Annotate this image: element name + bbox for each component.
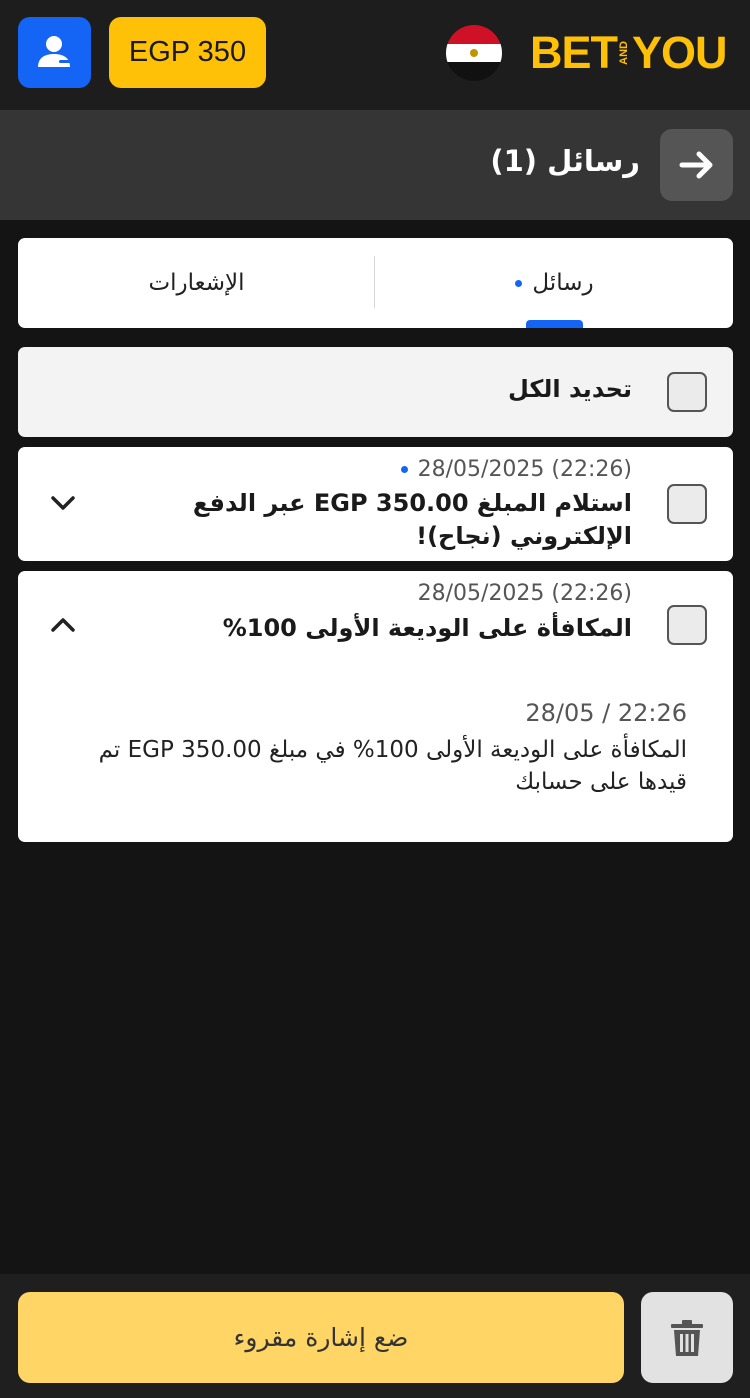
trash-icon xyxy=(671,1319,703,1356)
logo-you: YOU xyxy=(632,27,728,78)
message-subject: استلام المبلغ EGP 350.00 عبر الدفع الإلك… xyxy=(192,489,632,550)
message-tabs: الإشعارات رسائل xyxy=(18,238,733,328)
back-button[interactable] xyxy=(660,129,733,201)
active-tab-indicator xyxy=(526,320,583,328)
delete-button[interactable] xyxy=(641,1292,733,1383)
tab-notifications-label: الإشعارات xyxy=(148,270,245,296)
tab-messages[interactable]: رسائل xyxy=(376,238,733,328)
chevron-down-icon xyxy=(51,496,75,510)
balance-button[interactable]: EGP 350 xyxy=(109,17,266,88)
message-body-time: 28/05 / 22:26 xyxy=(525,699,687,727)
message-date: 28/05/2025 (22:26) xyxy=(418,581,632,606)
message-date-text: 28/05/2025 (22:26) xyxy=(417,581,632,606)
brand-logo[interactable]: BET AND YOU xyxy=(530,27,728,79)
tab-divider xyxy=(374,256,375,308)
select-all-checkbox[interactable] xyxy=(667,372,707,412)
page-title: رسائل (1) xyxy=(490,144,640,178)
tab-messages-label: رسائل xyxy=(532,270,594,296)
select-all-label: تحديد الكل xyxy=(507,375,632,403)
expand-button[interactable] xyxy=(48,488,78,518)
bottom-action-bar: ضع إشارة مقروء xyxy=(0,1274,750,1398)
chevron-up-icon xyxy=(51,618,75,632)
message-item[interactable]: 28/05/2025 (22:26) استلام المبلغ EGP 350… xyxy=(18,447,733,561)
collapse-button[interactable] xyxy=(48,610,78,640)
user-account-button[interactable] xyxy=(18,17,91,88)
unread-dot-icon xyxy=(515,279,523,287)
mark-as-read-button[interactable]: ضع إشارة مقروء xyxy=(18,1292,624,1383)
top-header: EGP 350 BET AND YOU xyxy=(0,0,750,110)
logo-and: AND xyxy=(618,41,630,65)
select-all-row[interactable]: تحديد الكل xyxy=(18,347,733,437)
message-subject: المكافأة على الوديعة الأولى 100% xyxy=(222,614,632,642)
message-date-text: 28/05/2025 (22:26) xyxy=(417,457,632,482)
unread-dot-icon xyxy=(400,466,408,473)
message-date: 28/05/2025 (22:26) xyxy=(400,457,632,482)
egypt-flag-icon[interactable] xyxy=(446,25,502,81)
message-checkbox[interactable] xyxy=(667,605,707,645)
message-item[interactable]: 28/05/2025 (22:26) المكافأة على الوديعة … xyxy=(18,571,733,842)
arrow-right-icon xyxy=(679,151,712,179)
page-title-bar: رسائل (1) xyxy=(0,110,750,220)
user-icon xyxy=(37,35,71,67)
tab-notifications[interactable]: الإشعارات xyxy=(18,238,375,328)
logo-bet: BET xyxy=(530,27,618,78)
message-body-text: المكافأة على الوديعة الأولى 100% في مبلغ… xyxy=(98,737,687,795)
message-checkbox[interactable] xyxy=(667,484,707,524)
